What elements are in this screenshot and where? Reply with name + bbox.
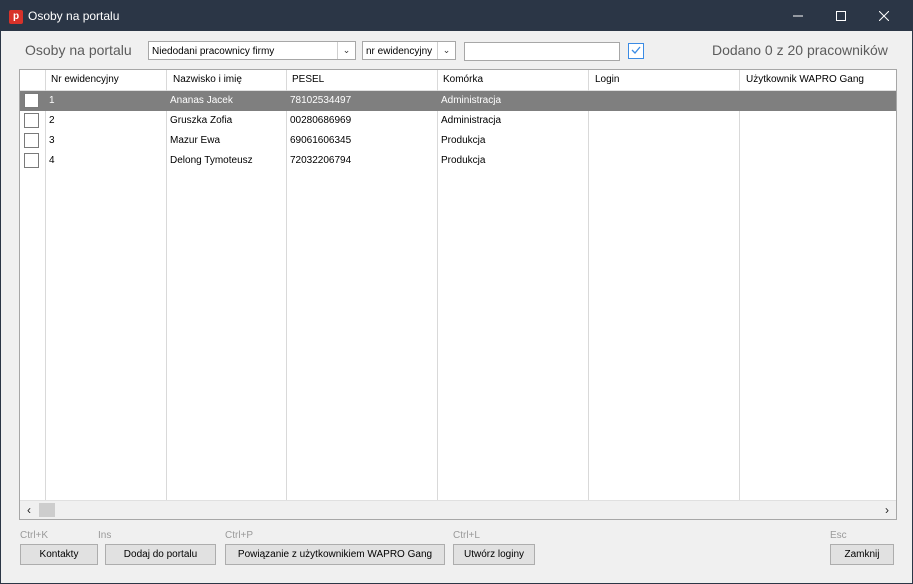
link-shortcut-hint: Ctrl+P <box>225 530 254 541</box>
chevron-down-icon: ⌄ <box>437 42 455 59</box>
maximize-button[interactable] <box>819 1 863 31</box>
filter-select-value: Niedodani pracownicy firmy <box>152 46 275 57</box>
cell-nr: 1 <box>49 95 55 106</box>
create-logins-button[interactable]: Utwórz loginy <box>453 544 535 565</box>
minimize-icon <box>793 15 803 17</box>
grid-header: Nr ewidencyjny Nazwisko i imię PESEL Kom… <box>20 70 896 91</box>
row-checkbox[interactable] <box>24 133 39 148</box>
row-checkbox[interactable] <box>24 153 39 168</box>
contacts-button[interactable]: Kontakty <box>20 544 98 565</box>
page-title: Osoby na portalu <box>25 42 132 58</box>
cell-name: Mazur Ewa <box>170 135 221 146</box>
column-header-unit[interactable]: Komórka <box>443 70 483 90</box>
add-shortcut-hint: Ins <box>98 530 112 541</box>
cell-unit: Produkcja <box>441 135 486 146</box>
employees-grid: Nr ewidencyjny Nazwisko i imię PESEL Kom… <box>19 69 897 520</box>
cell-unit: Administracja <box>441 115 502 126</box>
column-header-wapro-user[interactable]: Użytkownik WAPRO Gang <box>746 70 864 90</box>
close-shortcut-hint: Esc <box>830 530 847 541</box>
added-count-status: Dodano 0 z 20 pracowników <box>712 42 888 58</box>
cell-nr: 2 <box>49 115 55 126</box>
column-header-login[interactable]: Login <box>595 70 619 90</box>
row-checkbox[interactable] <box>24 113 39 128</box>
column-header-nr[interactable]: Nr ewidencyjny <box>51 70 119 90</box>
cell-name: Gruszka Zofia <box>170 115 233 126</box>
scroll-left-icon[interactable]: ‹ <box>20 501 38 519</box>
scrollbar-thumb[interactable] <box>39 503 55 517</box>
cell-unit: Administracja <box>441 95 502 106</box>
main-window: p Osoby na portalu Osoby na portalu Nied… <box>0 0 913 584</box>
add-to-portal-button[interactable]: Dodaj do portalu <box>105 544 216 565</box>
close-button[interactable] <box>862 1 906 31</box>
logins-shortcut-hint: Ctrl+L <box>453 530 480 541</box>
minimize-button[interactable] <box>776 1 820 31</box>
chevron-down-icon: ⌄ <box>337 42 355 59</box>
cell-unit: Produkcja <box>441 155 486 166</box>
column-header-pesel[interactable]: PESEL <box>292 70 324 90</box>
table-row[interactable]: 3 Mazur Ewa 69061606345 Produkcja <box>20 131 896 151</box>
cell-name: Ananas Jacek <box>170 95 233 106</box>
cell-pesel: 78102534497 <box>290 95 352 106</box>
row-checkbox[interactable] <box>24 93 39 108</box>
filter-select[interactable]: Niedodani pracownicy firmy ⌄ <box>148 41 356 60</box>
search-input[interactable] <box>464 42 620 61</box>
cell-nr: 3 <box>49 135 55 146</box>
title-bar[interactable]: p Osoby na portalu <box>1 1 912 31</box>
close-dialog-button[interactable]: Zamknij <box>830 544 894 565</box>
table-row[interactable]: 1 Ananas Jacek 78102534497 Administracja <box>20 91 896 111</box>
window-title: Osoby na portalu <box>28 9 120 23</box>
column-header-name[interactable]: Nazwisko i imię <box>173 70 242 90</box>
filter-checkbox[interactable] <box>628 43 644 59</box>
sort-select[interactable]: nr ewidencyjny ⌄ <box>362 41 456 60</box>
maximize-icon <box>836 11 846 21</box>
checkmark-icon <box>631 46 641 54</box>
cell-pesel: 72032206794 <box>290 155 352 166</box>
sort-select-value: nr ewidencyjny <box>366 46 433 57</box>
contacts-shortcut-hint: Ctrl+K <box>20 530 49 541</box>
cell-pesel: 69061606345 <box>290 135 352 146</box>
cell-pesel: 00280686969 <box>290 115 352 126</box>
app-logo-icon: p <box>9 10 23 24</box>
link-wapro-user-button[interactable]: Powiązanie z użytkownikiem WAPRO Gang <box>225 544 445 565</box>
close-icon <box>878 10 890 22</box>
table-row[interactable]: 4 Delong Tymoteusz 72032206794 Produkcja <box>20 151 896 171</box>
table-row[interactable]: 2 Gruszka Zofia 00280686969 Administracj… <box>20 111 896 131</box>
cell-nr: 4 <box>49 155 55 166</box>
horizontal-scrollbar[interactable]: ‹ › <box>20 500 896 519</box>
scroll-right-icon[interactable]: › <box>878 501 896 519</box>
cell-name: Delong Tymoteusz <box>170 155 253 166</box>
